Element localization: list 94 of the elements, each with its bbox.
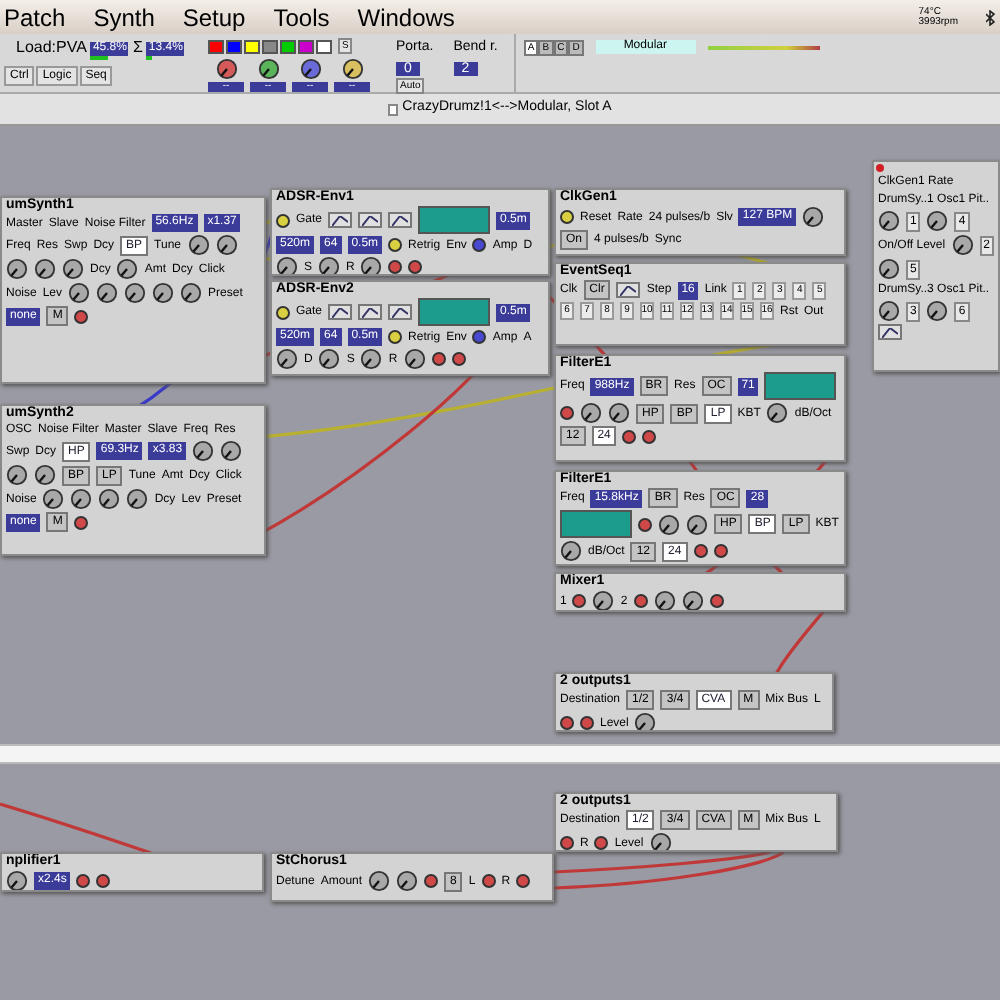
jack-socket[interactable]	[638, 517, 652, 531]
knob[interactable]	[180, 282, 203, 304]
knob[interactable]	[220, 440, 243, 462]
knob[interactable]	[42, 488, 65, 510]
jack-socket[interactable]	[74, 515, 89, 529]
knob[interactable]	[152, 282, 175, 304]
knob[interactable]	[649, 832, 672, 850]
jack-socket[interactable]	[693, 544, 708, 558]
jack-socket[interactable]	[642, 429, 657, 443]
jack-socket[interactable]	[276, 305, 290, 319]
menu-item[interactable]: Windows	[357, 0, 455, 35]
knob[interactable]	[318, 348, 341, 370]
jack-socket[interactable]	[560, 210, 574, 224]
jack-socket[interactable]	[572, 594, 587, 608]
curve-screen	[418, 298, 491, 326]
load-label: Load:PVA	[16, 36, 87, 60]
jack-socket[interactable]	[424, 874, 439, 888]
knob[interactable]	[6, 464, 28, 486]
knob[interactable]	[6, 870, 28, 890]
knob[interactable]	[98, 488, 121, 510]
jack-socket[interactable]	[560, 716, 574, 730]
jack-socket[interactable]	[560, 836, 574, 850]
knob[interactable]	[360, 348, 383, 370]
document-icon	[388, 103, 399, 115]
jack-socket[interactable]	[74, 309, 89, 323]
menu-item[interactable]: Setup	[182, 0, 246, 35]
knob[interactable]	[126, 488, 149, 510]
jack-socket[interactable]	[472, 330, 487, 344]
knob[interactable]	[878, 210, 900, 232]
curve-icon-button[interactable]	[878, 324, 902, 340]
color-swatch[interactable]	[244, 39, 260, 53]
knob[interactable]	[580, 402, 602, 424]
jack-socket[interactable]	[451, 352, 466, 366]
jack-socket[interactable]	[560, 406, 574, 420]
knob[interactable]	[299, 58, 321, 80]
knob[interactable]	[70, 488, 93, 510]
knob[interactable]	[368, 870, 391, 892]
knob[interactable]	[658, 513, 680, 535]
knob[interactable]	[802, 206, 825, 228]
knob[interactable]	[766, 402, 789, 424]
color-swatch[interactable]	[208, 39, 224, 53]
curve-icon	[620, 285, 637, 295]
curve-icon	[882, 327, 898, 337]
knob[interactable]	[68, 282, 91, 304]
knob[interactable]	[257, 58, 279, 80]
jack-socket[interactable]	[481, 874, 496, 888]
knob[interactable]	[608, 402, 630, 424]
jack-socket[interactable]	[709, 594, 724, 608]
knob[interactable]	[403, 348, 426, 370]
bluetooth-icon[interactable]	[986, 9, 996, 25]
knob[interactable]	[276, 348, 298, 370]
knob[interactable]	[124, 282, 147, 304]
knob[interactable]	[681, 590, 704, 610]
jack-socket[interactable]	[516, 874, 531, 888]
menu-item[interactable]: Synth	[93, 0, 155, 35]
curve-screen	[560, 510, 632, 538]
jack-socket[interactable]	[633, 594, 648, 608]
color-swatch[interactable]	[226, 39, 242, 53]
knob[interactable]	[96, 282, 119, 304]
jack-socket[interactable]	[580, 716, 594, 730]
curve-icon-button[interactable]	[328, 304, 353, 320]
menu-item[interactable]: Tools	[273, 0, 330, 35]
knob[interactable]	[634, 712, 657, 730]
color-swatch[interactable]	[280, 39, 296, 53]
knob[interactable]	[592, 590, 615, 610]
knob[interactable]	[951, 234, 974, 256]
knob[interactable]	[878, 300, 900, 322]
jack-socket[interactable]	[76, 874, 91, 888]
curve-icon-button[interactable]	[358, 304, 383, 320]
knob[interactable]	[878, 258, 900, 280]
knob[interactable]	[926, 210, 949, 232]
knob[interactable]	[192, 440, 215, 462]
curve-icon-button[interactable]	[616, 282, 641, 298]
knob[interactable]	[653, 590, 676, 610]
jack-socket[interactable]	[622, 429, 637, 443]
jack-socket[interactable]	[713, 544, 728, 558]
jack-socket[interactable]	[431, 352, 446, 366]
menu-item[interactable]: Patch	[4, 0, 66, 35]
color-swatch[interactable]	[262, 39, 278, 53]
knob[interactable]	[341, 58, 363, 80]
jack-socket[interactable]	[96, 874, 111, 888]
knob[interactable]	[560, 540, 582, 562]
knob[interactable]	[215, 58, 237, 80]
color-swatch[interactable]	[298, 39, 314, 53]
knob[interactable]	[34, 464, 56, 486]
jack-socket[interactable]	[388, 330, 403, 344]
sigma-label: Σ	[132, 36, 143, 60]
knob[interactable]	[926, 300, 949, 322]
curve-icon-button[interactable]	[388, 304, 413, 320]
curve-screen	[764, 372, 837, 400]
knob[interactable]	[396, 870, 419, 892]
jack-socket[interactable]	[594, 836, 609, 850]
color-swatch[interactable]	[316, 39, 332, 53]
knob[interactable]	[686, 513, 708, 535]
